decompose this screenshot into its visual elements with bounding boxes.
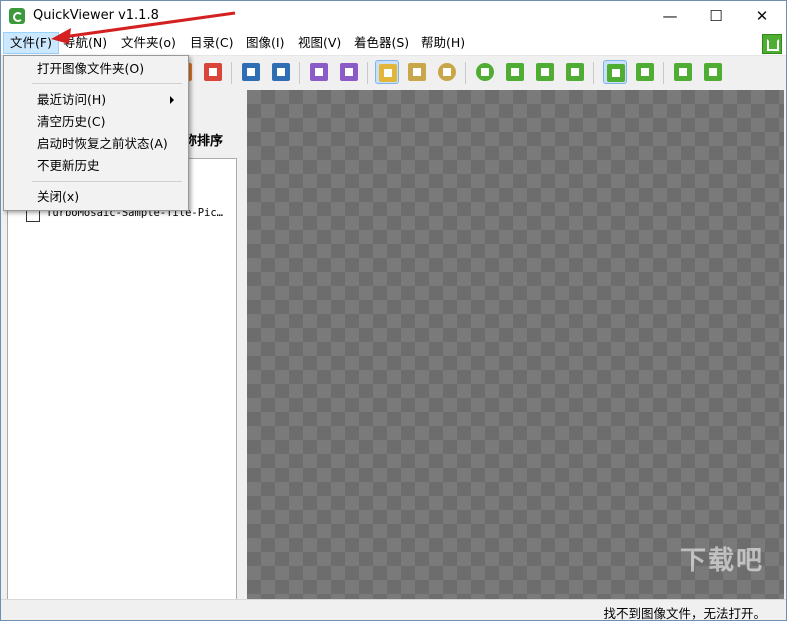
menu-help[interactable]: 帮助(H): [415, 33, 471, 53]
menu-no-history[interactable]: 不更新历史: [4, 155, 188, 176]
settings-gear-icon[interactable]: [435, 60, 459, 84]
window-title: QuickViewer v1.1.8: [33, 8, 159, 23]
title-bar: QuickViewer v1.1.8 — ☐ ✕: [1, 1, 786, 31]
menu-open-folder[interactable]: 打开图像文件夹(O): [4, 58, 188, 79]
status-bar: 找不到图像文件，无法打开。: [1, 599, 786, 621]
maximize-button[interactable]: ☐: [693, 1, 739, 31]
image-viewer[interactable]: 下载吧: [247, 90, 784, 599]
menu-bar: 文件(F) 导航(N) 文件夹(o) 目录(C) 图像(I) 视图(V) 着色器…: [1, 31, 786, 56]
menu-clear-history[interactable]: 清空历史(C): [4, 111, 188, 132]
folder-icon[interactable]: [375, 60, 399, 84]
sort-label[interactable]: 称排序: [184, 130, 223, 149]
zoom-out-icon[interactable]: [533, 60, 557, 84]
catalog-icon[interactable]: [201, 60, 225, 84]
app-window: QuickViewer v1.1.8 — ☐ ✕ 文件(F) 导航(N) 文件夹…: [0, 0, 787, 621]
file-list[interactable]: TurboMosaic-Sample-Tile-Pic…: [7, 158, 237, 600]
menu-image[interactable]: 图像(I): [240, 33, 290, 53]
rotate-icon[interactable]: [473, 60, 497, 84]
prev-icon[interactable]: [307, 60, 331, 84]
zoom-in-icon[interactable]: [503, 60, 527, 84]
menu-navigate[interactable]: 导航(N): [57, 33, 113, 53]
close-button[interactable]: ✕: [739, 1, 785, 31]
file-menu-dropdown: 打开图像文件夹(O) 最近访问(H) 清空历史(C) 启动时恢复之前状态(A) …: [3, 55, 189, 211]
watermark-logo: 下载吧: [679, 546, 764, 576]
app-icon: [9, 8, 25, 24]
submenu-arrow-icon: [170, 96, 174, 104]
menu-folder[interactable]: 文件夹(o): [115, 33, 182, 53]
menu-catalog[interactable]: 目录(C): [184, 33, 239, 53]
last-page-icon[interactable]: [269, 60, 293, 84]
menu-recent[interactable]: 最近访问(H): [4, 89, 188, 110]
menu-restore-state[interactable]: 启动时恢复之前状态(A): [4, 133, 188, 154]
single-page-icon[interactable]: [603, 60, 627, 84]
next-icon[interactable]: [337, 60, 361, 84]
menu-close[interactable]: 关闭(x): [4, 186, 188, 207]
window-mode-icon[interactable]: [671, 60, 695, 84]
dual-page-icon[interactable]: [633, 60, 657, 84]
magnifier-icon[interactable]: [563, 60, 587, 84]
minimize-button[interactable]: —: [647, 1, 693, 31]
status-text: 找不到图像文件，无法打开。: [603, 606, 766, 621]
menu-file[interactable]: 文件(F): [3, 32, 59, 54]
menu-shader[interactable]: 着色器(S): [348, 33, 415, 53]
menu-view[interactable]: 视图(V): [292, 33, 347, 53]
book-icon[interactable]: [405, 60, 429, 84]
pin-icon[interactable]: [701, 60, 725, 84]
fullscreen-icon[interactable]: [762, 34, 782, 54]
first-page-icon[interactable]: [239, 60, 263, 84]
